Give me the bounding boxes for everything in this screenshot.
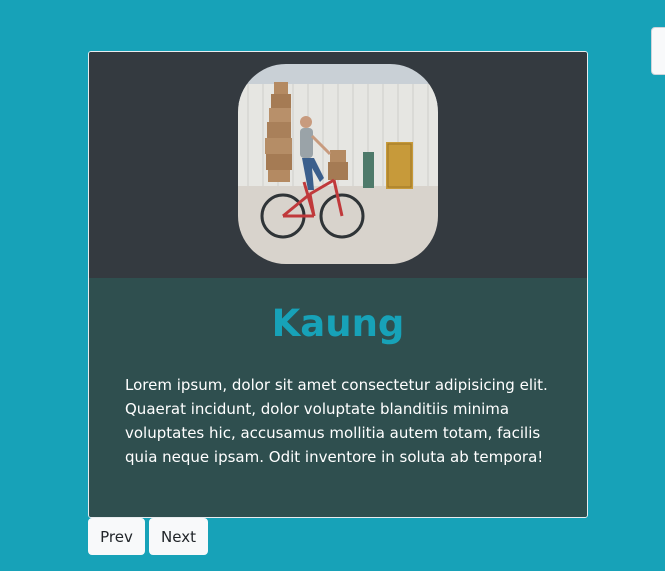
profile-card: Kaung Lorem ipsum, dolor sit amet consec… — [88, 51, 588, 518]
profile-photo-image — [238, 64, 438, 264]
profile-photo — [238, 64, 438, 264]
prev-button[interactable]: Prev — [88, 518, 145, 555]
card-image-section — [89, 52, 587, 278]
edge-scroll-widget[interactable] — [651, 27, 665, 75]
profile-name: Kaung — [271, 302, 405, 345]
card-text-section: Kaung Lorem ipsum, dolor sit amet consec… — [89, 278, 587, 517]
profile-bio: Lorem ipsum, dolor sit amet consectetur … — [125, 376, 548, 466]
next-button[interactable]: Next — [149, 518, 208, 555]
